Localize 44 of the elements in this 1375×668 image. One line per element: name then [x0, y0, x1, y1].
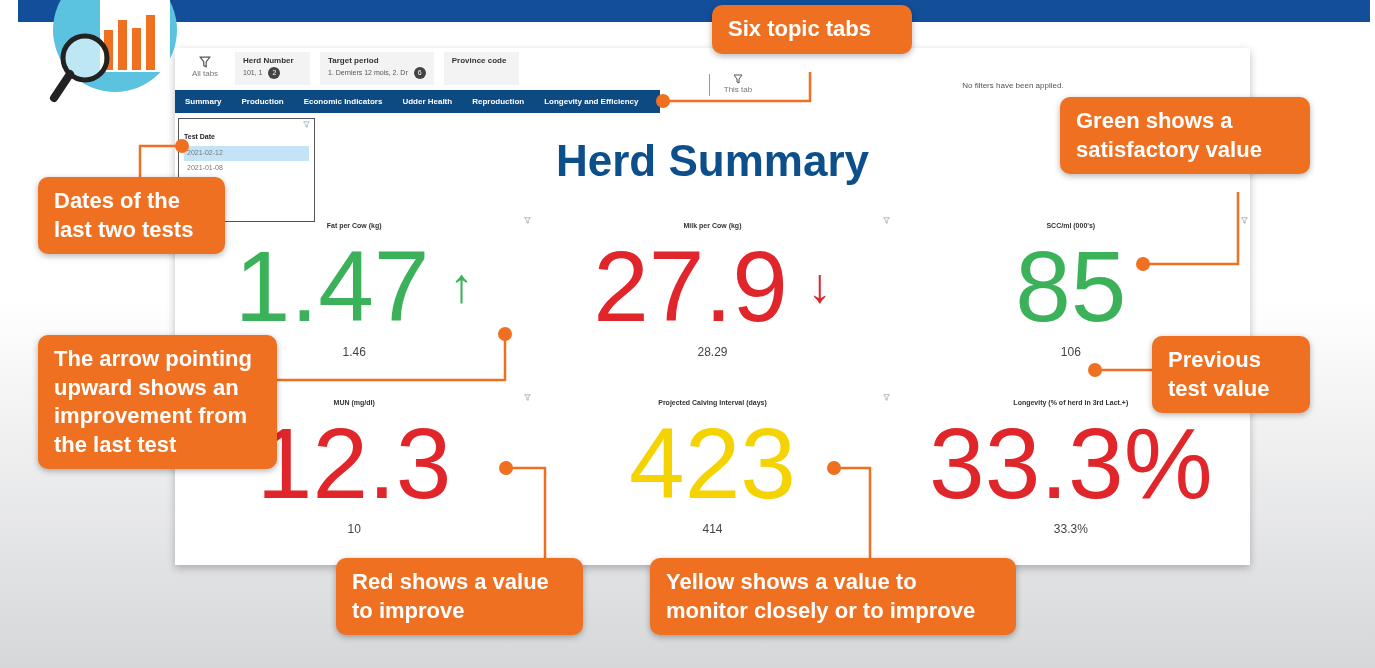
metric-value: 423	[629, 413, 796, 514]
trend-arrow: ↑	[449, 262, 474, 311]
previous-value: 10	[347, 521, 361, 539]
callout-label: Previous test value	[1152, 336, 1310, 414]
leader-line	[1088, 363, 1152, 377]
filter-label: This tab	[723, 84, 753, 96]
tab[interactable]: Economic Indicators	[293, 90, 393, 113]
callout-label: Six topic tabs	[712, 5, 912, 54]
tab[interactable]: Production	[231, 90, 294, 113]
filter-label: Target period	[328, 55, 380, 67]
filter-icon	[1241, 216, 1248, 224]
filter-label: All tabs	[191, 68, 219, 80]
callout-label: The arrow pointing upward shows an improvement from the last test	[38, 335, 277, 470]
metric-value: 27.9	[593, 236, 788, 337]
previous-value: 1.46	[342, 344, 366, 362]
callout-label: Green shows a satisfactory value	[1060, 97, 1310, 175]
filter-label: Herd Number	[243, 55, 295, 67]
filter-icon	[733, 74, 743, 84]
filter-icon	[882, 216, 890, 224]
leader-line	[138, 139, 189, 177]
filter-icon	[524, 393, 532, 401]
metric-value: 85	[1015, 236, 1127, 337]
tab[interactable]: Longevity and Efficiency	[534, 90, 649, 113]
tab[interactable]: Udder Health	[392, 90, 463, 113]
previous-value: 414	[702, 521, 723, 539]
previous-value: 106	[1060, 344, 1081, 362]
filter-icon	[199, 56, 211, 68]
callout-label: Red shows a value to improve	[336, 558, 583, 636]
filter-status: No filters have been applied.	[962, 80, 1064, 92]
callout-label: Yellow shows a value to monitor closely or to improve	[650, 558, 1016, 636]
metric-value: 1.47	[234, 236, 430, 337]
tab[interactable]: Summary	[175, 90, 232, 113]
callout-label: Dates of the last two tests	[38, 177, 225, 255]
tab[interactable]: Reproduction	[462, 90, 535, 113]
filter-chip[interactable]: Province code	[443, 52, 519, 85]
filter-label: Province code	[451, 55, 508, 67]
dashboard-title: Herd Summary	[556, 135, 869, 187]
filter-icon	[303, 121, 310, 128]
trend-arrow: ↓	[807, 262, 832, 311]
previous-value: 33.3%	[1053, 521, 1088, 539]
filter-icon	[524, 216, 532, 224]
filter-icon	[882, 393, 890, 401]
metric-value: 33.3%	[929, 413, 1213, 514]
previous-value: 28.29	[697, 344, 728, 362]
